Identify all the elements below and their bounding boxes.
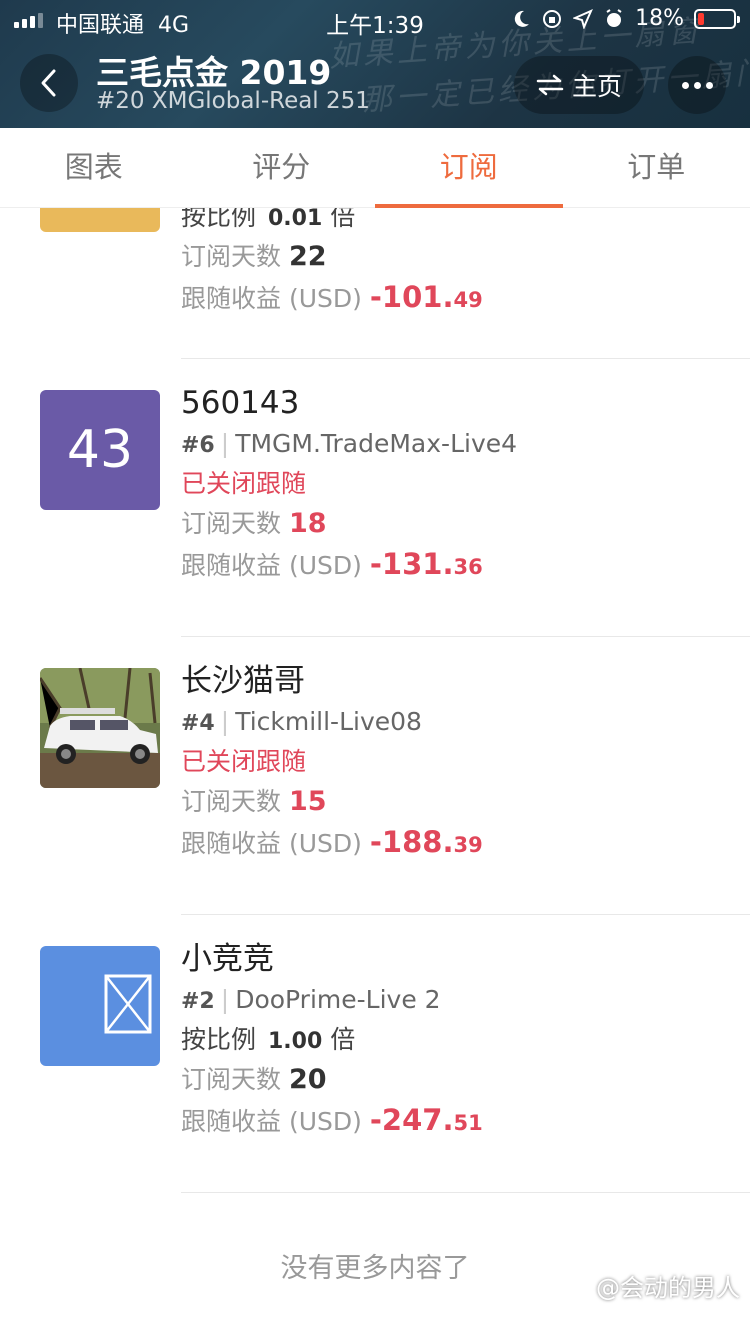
- rank-badge: #6: [181, 433, 215, 458]
- battery-icon: [694, 8, 740, 29]
- tab-chart[interactable]: 图表: [0, 128, 188, 207]
- avatar: 43: [40, 390, 160, 510]
- alarm-icon: [606, 8, 622, 27]
- trader-name[interactable]: 560143: [181, 382, 517, 424]
- days-value: 15: [289, 786, 327, 817]
- page-subtitle: #20 XMGlobal-Real 251: [96, 88, 370, 114]
- divider: [181, 358, 750, 359]
- home-button[interactable]: 主页: [514, 56, 644, 114]
- battery-percent: 18%: [635, 6, 684, 31]
- avatar: [40, 946, 160, 1066]
- server-name: DooPrime-Live 2: [235, 985, 441, 1014]
- home-button-label: 主页: [571, 72, 622, 101]
- swap-icon: [536, 74, 564, 96]
- days-value: 18: [289, 508, 327, 539]
- days-label: 订阅天数: [181, 1065, 282, 1094]
- tab-orders[interactable]: 订单: [563, 128, 750, 207]
- trader-name[interactable]: 小竞竞: [181, 938, 483, 980]
- profit-value: -131.: [369, 547, 454, 581]
- rotation-lock-icon: [543, 9, 562, 28]
- more-button[interactable]: [668, 56, 726, 114]
- avatar: [40, 208, 160, 232]
- more-dot-icon: [681, 81, 689, 89]
- trader-name[interactable]: 长沙猫哥: [181, 660, 483, 702]
- status-right: 18%: [511, 6, 740, 31]
- days-value: 20: [289, 1064, 327, 1095]
- divider: [181, 914, 750, 915]
- profit-value: -101.: [369, 280, 454, 314]
- moon-icon: [514, 10, 530, 27]
- header: 如果上帝为你关上一扇窗 那一定已经为你打开一扇门 中国联通 4G 上午1:39 …: [0, 0, 750, 128]
- rank-badge: #4: [181, 711, 215, 736]
- tab-rating[interactable]: 评分: [188, 128, 376, 207]
- profit-label: 跟随收益 (USD): [181, 829, 362, 858]
- days-label: 订阅天数: [181, 509, 282, 538]
- status-text: 已关闭跟随: [181, 469, 307, 498]
- status-text: 已关闭跟随: [181, 747, 307, 776]
- days-label: 订阅天数: [181, 787, 282, 816]
- profit-value: -247.: [369, 1103, 454, 1137]
- chevron-left-icon: [41, 69, 56, 97]
- rank-badge: #2: [181, 989, 215, 1014]
- days-value: 22: [289, 241, 327, 272]
- broken-image-icon: [104, 974, 152, 1034]
- ratio-value: 1.00: [267, 1029, 323, 1054]
- tab-bar: 图表 评分 订阅 订单: [0, 128, 750, 208]
- ratio-label: 按比例: [181, 1025, 257, 1054]
- profit-label: 跟随收益 (USD): [181, 284, 362, 313]
- watermark: @会动的男人: [596, 1274, 740, 1302]
- page-title: 三毛点金 2019: [96, 53, 332, 92]
- back-button[interactable]: [20, 54, 78, 112]
- tab-subscription[interactable]: 订阅: [375, 128, 563, 208]
- profit-label: 跟随收益 (USD): [181, 551, 362, 580]
- divider: [181, 636, 750, 637]
- profit-value: -188.: [369, 825, 454, 859]
- car-photo-icon: [40, 668, 160, 788]
- status-bar: 中国联通 4G 上午1:39 18%: [0, 0, 750, 40]
- avatar-photo: [40, 668, 160, 788]
- subscription-list[interactable]: 按比例 0.01 倍 订阅天数 22 跟随收益 (USD) -101.49 43 5…: [0, 208, 750, 1334]
- days-label: 订阅天数: [181, 242, 282, 271]
- server-name: TMGM.TradeMax-Live4: [235, 429, 518, 458]
- server-name: Tickmill-Live08: [235, 707, 422, 736]
- location-icon: [573, 8, 594, 29]
- profit-label: 跟随收益 (USD): [181, 1107, 362, 1136]
- divider: [181, 1192, 750, 1193]
